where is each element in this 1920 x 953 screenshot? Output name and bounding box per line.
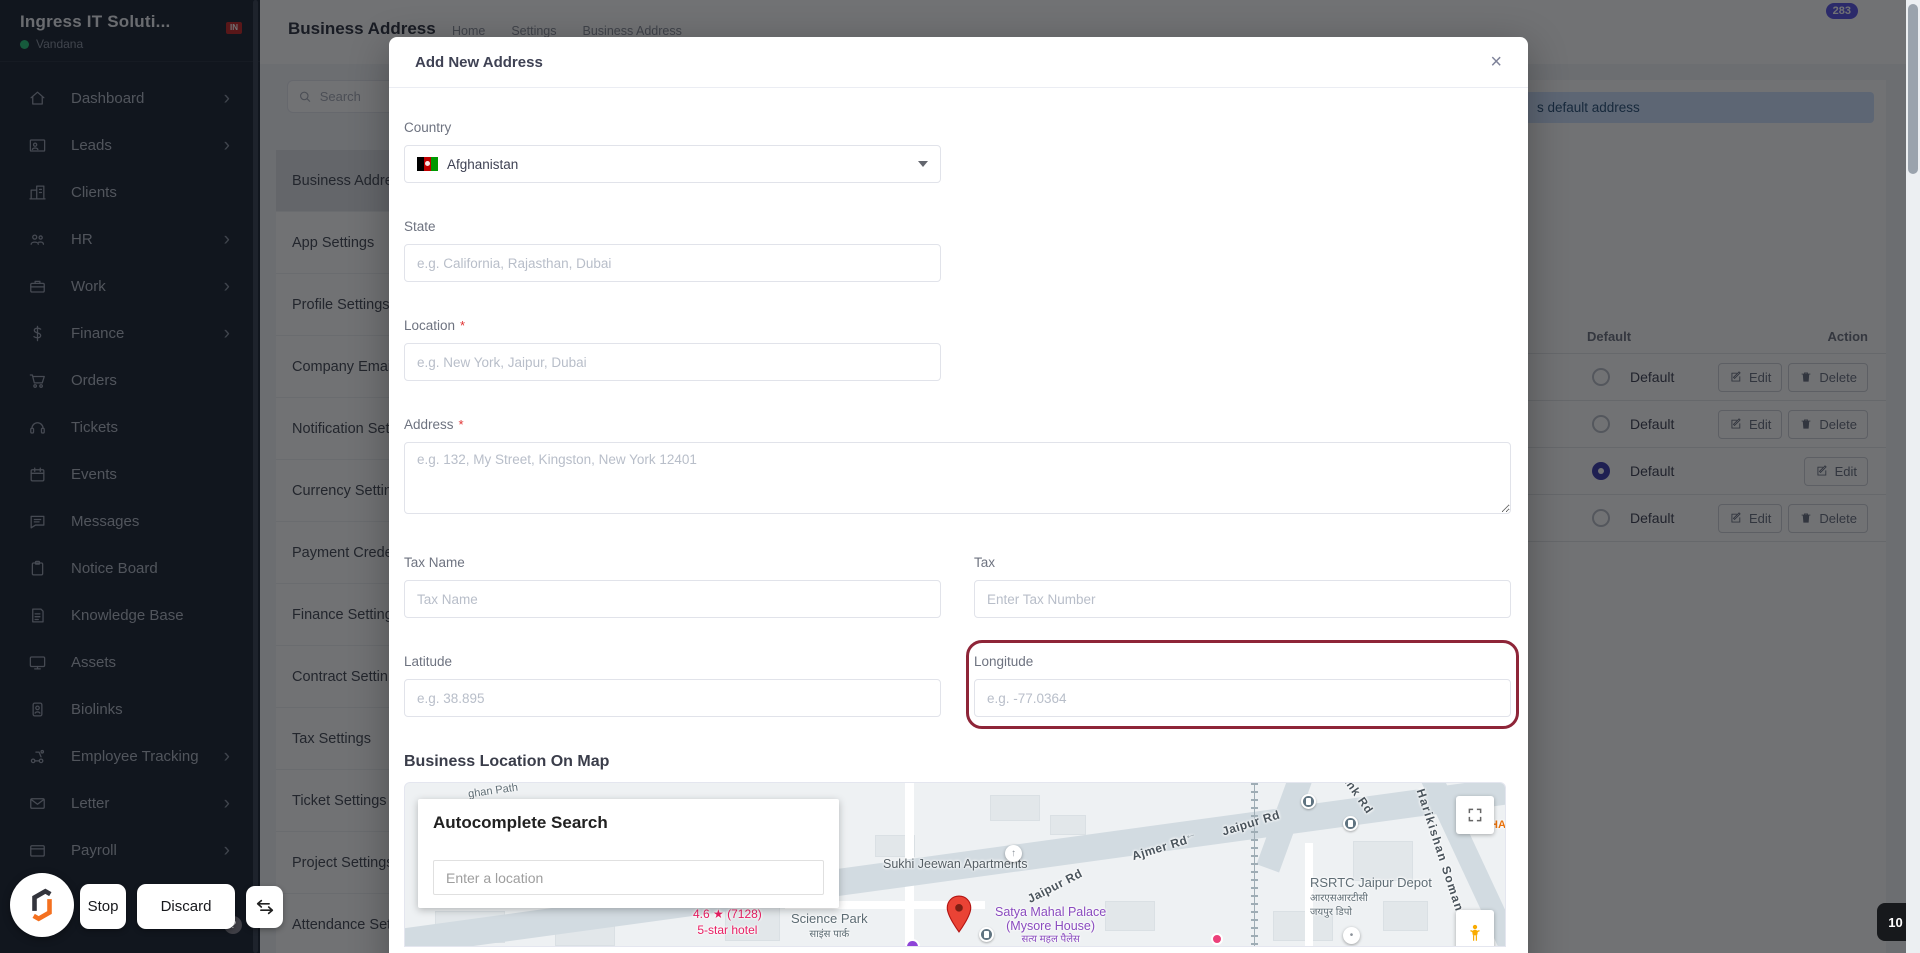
map-label-jaipur-rd-1: Jaipur Rd: [1025, 866, 1085, 906]
dropdown-caret-icon: [918, 161, 928, 167]
bus-stop-icon[interactable]: [1343, 816, 1358, 831]
bus-stop-icon[interactable]: [979, 927, 994, 942]
state-label: State: [404, 219, 436, 234]
fullscreen-button[interactable]: [1456, 796, 1494, 834]
assistant-logo-button[interactable]: [10, 873, 74, 937]
fullscreen-icon: [1468, 808, 1482, 822]
longitude-field-group-highlighted: Longitude: [966, 640, 1519, 729]
longitude-label: Longitude: [974, 654, 1034, 669]
pegman-button[interactable]: [1456, 910, 1494, 946]
tax-name-input[interactable]: [404, 580, 941, 618]
map-label-satya-mahal: Satya Mahal Palace (Mysore House) सत्य म…: [995, 905, 1107, 945]
autocomplete-input[interactable]: [433, 860, 824, 895]
country-field-group: Country Afghanistan: [404, 120, 941, 183]
swap-button[interactable]: [246, 886, 283, 928]
location-input[interactable]: [404, 343, 941, 381]
location-label: Location: [404, 318, 456, 333]
country-select[interactable]: Afghanistan: [404, 145, 941, 183]
address-textarea[interactable]: [404, 442, 1511, 514]
pegman-icon: [1470, 924, 1480, 941]
location-field-group: Location *: [404, 318, 941, 381]
map-canvas[interactable]: ghan Path ank Rd Sukhi Jeewan Apartments…: [404, 782, 1506, 947]
latitude-label: Latitude: [404, 654, 453, 669]
bus-stop-icon[interactable]: [1301, 794, 1316, 809]
required-asterisk: *: [460, 318, 466, 333]
scrollbar-thumb[interactable]: [1908, 4, 1918, 174]
map-label-rsrtc: RSRTC Jaipur Depot आरएसआरटीसी जयपुर डिपो: [1310, 875, 1432, 918]
discard-button[interactable]: Discard: [137, 884, 235, 929]
state-field-group: State: [404, 219, 941, 282]
swap-arrows-icon: [256, 899, 273, 915]
hotel-poi-dot[interactable]: [1211, 933, 1223, 945]
map-pin-icon[interactable]: [945, 895, 973, 933]
modal-title: Add New Address: [415, 53, 543, 71]
longitude-input[interactable]: [974, 679, 1511, 717]
stop-button[interactable]: Stop: [80, 884, 126, 929]
autocomplete-title: Autocomplete Search: [433, 813, 608, 832]
company-logo-icon: [32, 888, 52, 922]
address-label: Address: [404, 417, 454, 432]
poi-marker[interactable]: •: [1343, 927, 1360, 944]
tax-name-field-group: Tax Name: [404, 555, 941, 618]
map-label-science-park: Science Park साइंस पार्क: [791, 911, 868, 940]
map-label-hotel: 4.6 ★ (7128) 5-star hotel: [693, 907, 762, 937]
map-label-sukhi-jeewan: Sukhi Jeewan Apartments: [883, 857, 1028, 871]
autocomplete-card: Autocomplete Search: [418, 799, 839, 908]
latitude-field-group: Latitude: [404, 654, 941, 717]
state-input[interactable]: [404, 244, 941, 282]
railway-line: [1251, 783, 1258, 946]
map-label-street: ghan Path: [467, 782, 519, 801]
tax-input[interactable]: [974, 580, 1511, 618]
afghanistan-flag-icon: [417, 157, 438, 171]
required-asterisk: *: [458, 417, 464, 432]
poi-marker-arrow[interactable]: ↑: [1005, 845, 1022, 862]
page-scrollbar: [1906, 0, 1920, 953]
country-value: Afghanistan: [447, 156, 519, 172]
country-label: Country: [404, 120, 452, 135]
address-field-group: Address *: [404, 417, 1511, 519]
tax-label: Tax: [974, 555, 996, 570]
map-section-title: Business Location On Map: [404, 753, 610, 770]
latitude-input[interactable]: [404, 679, 941, 717]
close-icon[interactable]: ×: [1490, 52, 1502, 72]
science-park-poi-dot[interactable]: [905, 939, 920, 946]
tax-field-group: Tax: [974, 555, 1511, 618]
tax-name-label: Tax Name: [404, 555, 465, 570]
add-address-modal: Add New Address × Country Afghanistan St…: [389, 37, 1528, 953]
